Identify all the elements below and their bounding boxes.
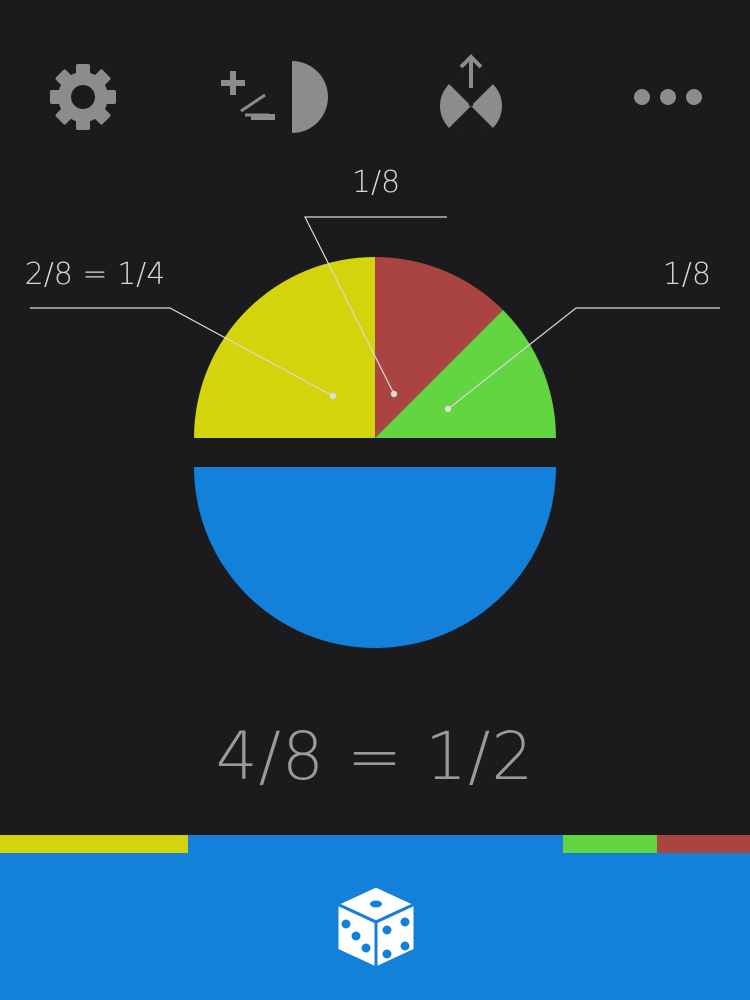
randomize-button[interactable] — [329, 880, 423, 974]
slice-label-3: 1/8 — [663, 257, 711, 292]
strip-segment-2 — [188, 835, 563, 853]
strip-segment-3 — [563, 835, 657, 853]
slice-label-2: 1/8 — [352, 165, 400, 200]
dice-icon — [335, 884, 417, 970]
pie-slice-1[interactable] — [194, 257, 375, 438]
slice-label-1: 2/8 = 1/4 — [25, 257, 166, 292]
callout-dot-2 — [390, 390, 398, 398]
callout-dot-1 — [329, 392, 337, 400]
strip-segment-4 — [657, 835, 750, 853]
callout-dot-3 — [444, 405, 452, 413]
pie-slice-4[interactable] — [194, 467, 556, 648]
strip-segment-1 — [0, 835, 188, 853]
fraction-pie-chart[interactable]: 2/8 = 1/4 1/8 1/8 — [0, 0, 750, 700]
total-fraction: 4/8 = 1/2 — [215, 718, 535, 795]
